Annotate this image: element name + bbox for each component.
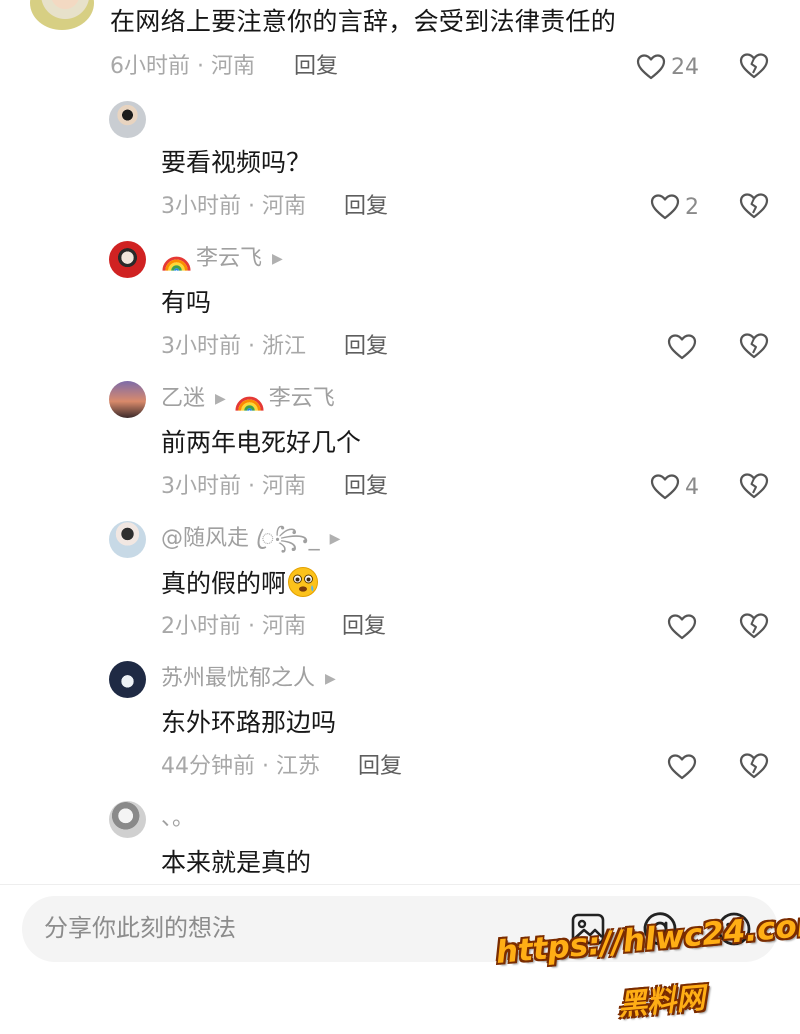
comment-text: 要看视频吗？ <box>161 148 312 177</box>
nickname-row: @随风走 ꦿ꧂_ ▶ <box>161 523 348 555</box>
reply-to-nickname[interactable]: 李云飞 <box>269 384 335 414</box>
rainbow-emoji-icon <box>162 256 191 271</box>
rainbow-emoji-icon <box>235 396 264 411</box>
nickname-row: 、。 <box>161 803 194 835</box>
like-button[interactable] <box>667 751 697 783</box>
nickname[interactable]: 乙迷 <box>161 384 205 414</box>
comment-meta: 3小时前 · 浙江 <box>161 334 306 359</box>
reply-item: 要看视频吗？ 3小时前 · 河南 回复 2 <box>0 96 800 236</box>
comment-meta: 3小时前 · 河南 <box>161 474 306 499</box>
comment-meta: 44分钟前 · 江苏 <box>161 754 320 779</box>
avatar[interactable] <box>109 241 146 278</box>
avatar[interactable] <box>30 0 94 30</box>
triangle-right-icon: ▶ <box>329 531 341 547</box>
avatar[interactable] <box>109 521 146 558</box>
comment-text-content: 真的假的啊 <box>161 569 287 598</box>
reply-button[interactable]: 回复 <box>342 612 386 642</box>
triangle-right-icon: ▶ <box>325 671 336 687</box>
top-comment: 在网络上要注意你的言辞，会受到法律责任的 6小时前 · 河南 回复 24 <box>0 0 800 96</box>
broken-heart-icon[interactable] <box>739 751 769 781</box>
reply-item: 、。 本来就是真的 <box>0 796 800 884</box>
reply-button[interactable]: 回复 <box>358 752 402 782</box>
avatar[interactable] <box>109 381 146 418</box>
watermark-name: 黑料网 <box>616 980 707 1022</box>
avatar[interactable] <box>109 101 146 138</box>
like-button[interactable] <box>667 331 697 363</box>
reply-item: @随风走 ꦿ꧂_ ▶ 真的假的啊 2小时前 · 河南 回复 <box>0 516 800 656</box>
heart-outline-icon <box>650 194 680 220</box>
triangle-right-icon: ▶ <box>215 391 226 407</box>
avatar[interactable] <box>109 661 146 698</box>
reply-button[interactable]: 回复 <box>344 332 388 362</box>
reply-button[interactable]: 回复 <box>344 472 388 502</box>
heart-outline-icon <box>667 754 697 780</box>
reply-item: 乙迷 ▶ 李云飞 前两年电死好几个 3小时前 · 河南 回复 4 <box>0 376 800 516</box>
nickname-row: 乙迷 ▶ 李云飞 <box>161 383 335 415</box>
nickname[interactable]: 苏州最忧郁之人 <box>161 664 315 694</box>
heart-outline-icon <box>667 334 697 360</box>
comment-text: 前两年电死好几个 <box>161 428 362 457</box>
comment-text: 真的假的啊 <box>161 566 319 601</box>
nickname[interactable]: @随风走 ꦿ꧂_ <box>161 524 320 554</box>
comment-text: 在网络上要注意你的言辞，会受到法律责任的 <box>110 7 617 36</box>
broken-heart-icon[interactable] <box>739 471 769 501</box>
reply-item: 苏州最忧郁之人 ▶ 东外环路那边吗 44分钟前 · 江苏 回复 <box>0 656 800 796</box>
watermark: https://hlwc24.com 黑料网 <box>494 906 800 1027</box>
reply-button[interactable]: 回复 <box>344 192 388 222</box>
like-button[interactable]: 4 <box>650 471 699 503</box>
reply-button[interactable]: 回复 <box>294 52 338 82</box>
comment-text: 本来就是真的 <box>161 848 312 877</box>
nickname-row: 李云飞 ▶ <box>161 243 291 275</box>
like-count: 24 <box>671 54 699 80</box>
triangle-right-icon: ▶ <box>272 251 283 267</box>
broken-heart-icon[interactable] <box>739 191 769 221</box>
comment-meta: 2小时前 · 河南 <box>161 614 306 639</box>
heart-outline-icon <box>667 614 697 640</box>
heart-outline-icon <box>650 474 680 500</box>
like-button[interactable] <box>667 611 697 643</box>
like-button[interactable]: 2 <box>650 191 699 223</box>
heart-outline-icon <box>636 54 666 80</box>
comment-text: 有吗 <box>161 288 212 317</box>
nickname[interactable]: 李云飞 <box>196 244 262 274</box>
nickname-row: 苏州最忧郁之人 ▶ <box>161 663 344 695</box>
reply-item: 李云飞 ▶ 有吗 3小时前 · 浙江 回复 <box>0 236 800 376</box>
comment-input-placeholder: 分享你此刻的想法 <box>44 914 236 942</box>
broken-heart-icon[interactable] <box>739 611 769 641</box>
comment-meta: 3小时前 · 河南 <box>161 194 306 219</box>
broken-heart-icon[interactable] <box>739 331 769 361</box>
divider <box>0 884 800 885</box>
like-count: 2 <box>685 194 699 220</box>
comment-text: 东外环路那边吗 <box>161 708 337 737</box>
nickname[interactable]: 、。 <box>161 804 194 834</box>
broken-heart-icon[interactable] <box>739 51 769 81</box>
anxious-face-emoji-icon <box>288 567 319 597</box>
like-button[interactable]: 24 <box>636 51 699 83</box>
like-count: 4 <box>685 474 699 500</box>
comment-meta: 6小时前 · 河南 <box>110 54 255 79</box>
avatar[interactable] <box>109 801 146 838</box>
